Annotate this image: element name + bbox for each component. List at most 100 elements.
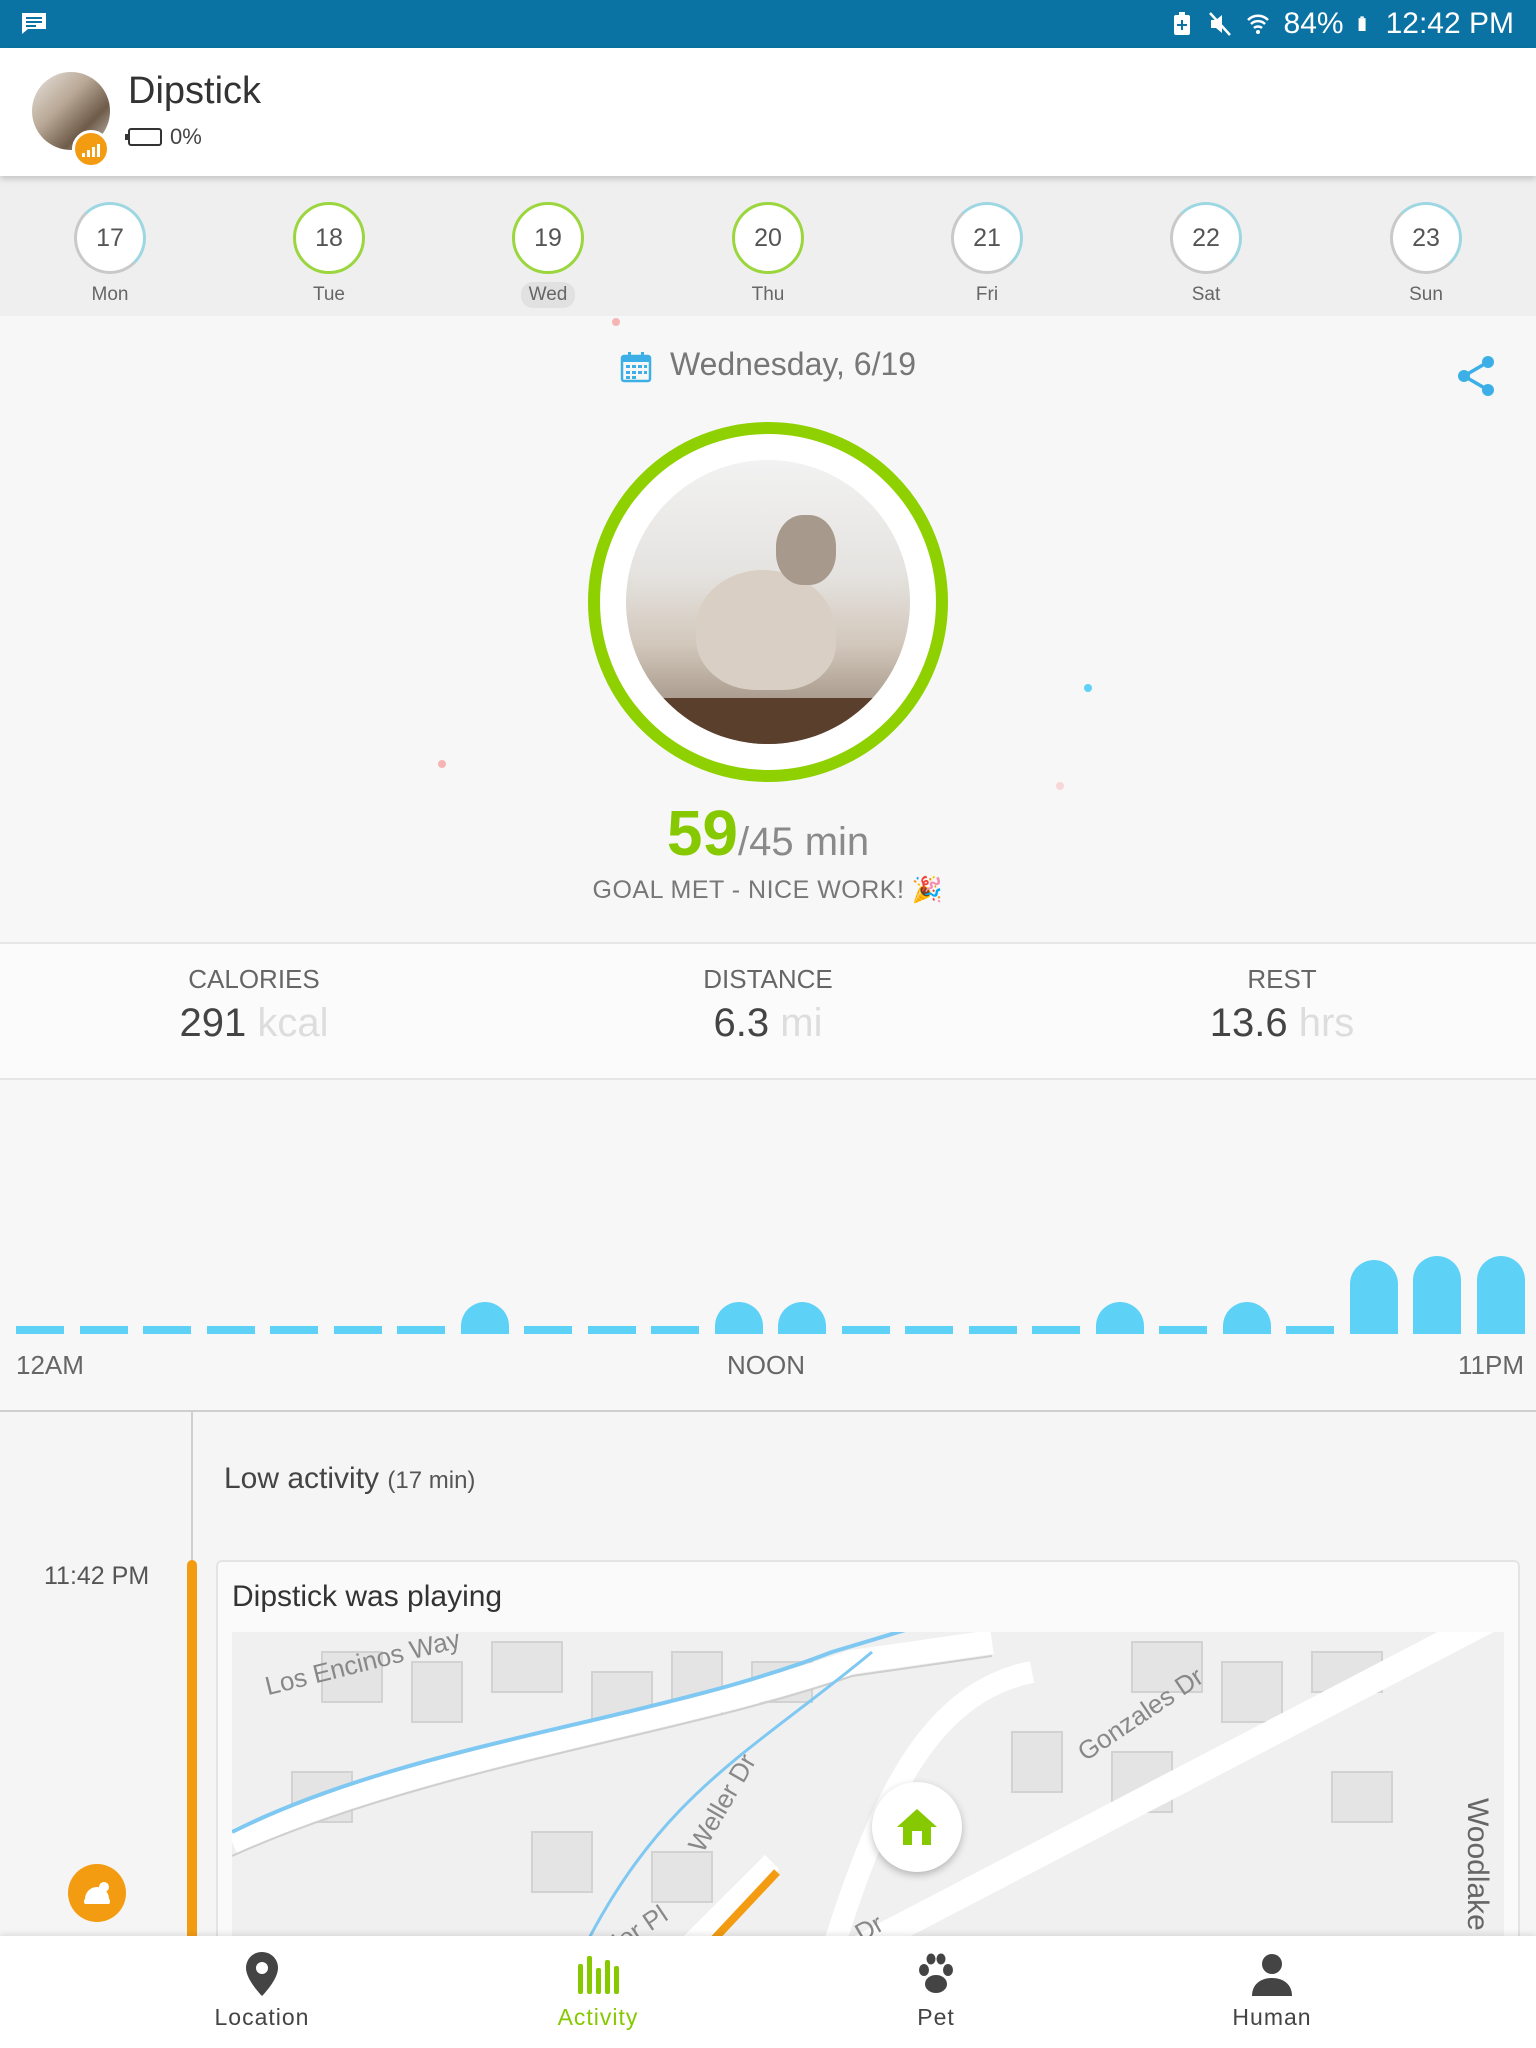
paw-icon (919, 1953, 953, 1993)
day-wed[interactable]: 19 Wed (488, 202, 608, 308)
activity-bar-hour-11[interactable] (714, 1302, 763, 1334)
map-label-street: Woodlake (1461, 1798, 1494, 1931)
stat-unit: mi (780, 1001, 823, 1045)
stat-number: 13.6 (1209, 1001, 1288, 1045)
nav-location[interactable]: Location (162, 1950, 362, 2031)
low-activity-duration: (17 min) (387, 1467, 476, 1494)
axis-label-end: 11PM (1458, 1350, 1524, 1380)
pet-header[interactable]: Dipstick 0% (0, 48, 1536, 176)
activity-bar-hour-6[interactable] (397, 1326, 445, 1334)
pet-photo (626, 460, 910, 744)
nav-pet-label: Pet (917, 2004, 955, 2030)
day-sun[interactable]: 23 Sun (1366, 202, 1486, 308)
nav-location-label: Location (214, 2004, 310, 2030)
goal-minutes: 59 (666, 797, 738, 869)
share-icon[interactable] (1452, 352, 1500, 400)
confetti-dot (438, 760, 446, 768)
activity-bar-hour-13[interactable] (841, 1326, 890, 1334)
day-ring: 19 (512, 202, 584, 274)
day-label: Sun (1409, 284, 1443, 305)
activity-bar-hour-17[interactable] (1095, 1302, 1144, 1334)
activity-bar-hour-4[interactable] (270, 1326, 318, 1334)
mute-icon (1208, 12, 1231, 36)
day-ring: 17 (74, 202, 146, 274)
activity-bar-hour-8[interactable] (524, 1326, 572, 1334)
nav-pet[interactable]: Pet (836, 1950, 1036, 2031)
battery-empty-icon (125, 128, 162, 146)
activity-bars-icon (578, 1956, 619, 1994)
activity-bar-hour-16[interactable] (1032, 1326, 1080, 1334)
day-label: Fri (975, 284, 999, 305)
activity-bar-hour-23[interactable] (1476, 1256, 1525, 1334)
day-label: Thu (751, 284, 785, 305)
day-mon[interactable]: 17 Mon (50, 202, 170, 308)
stat-number: 291 (179, 1001, 247, 1045)
day-label: Sat (1191, 284, 1221, 305)
activity-bar-hour-12[interactable] (778, 1302, 826, 1334)
timeline-line (191, 1412, 193, 1562)
battery-percent: 84% (1283, 7, 1344, 40)
activity-bar-hour-14[interactable] (905, 1326, 953, 1334)
bottom-navigation: Location Activity Pet Human (0, 1936, 1536, 2048)
home-location-icon[interactable] (872, 1782, 962, 1872)
activity-bar-hour-0[interactable] (16, 1326, 64, 1334)
location-pin-icon (246, 1952, 278, 1996)
date-header: Wednesday, 6/19 (0, 346, 1536, 383)
calendar-icon[interactable] (620, 351, 652, 383)
day-label: Wed (520, 282, 576, 308)
daily-stats: CALORIES 291 kcal DISTANCE 6.3 mi REST 13.6 h… (0, 942, 1536, 1080)
activity-timeline: Low activity (17 min) 11:42 PM Dipstick … (0, 1410, 1536, 1960)
play-activity-icon[interactable] (68, 1864, 126, 1922)
day-fri[interactable]: 21 Fri (927, 202, 1047, 308)
nav-human[interactable]: Human (1172, 1950, 1372, 2031)
activity-bar-hour-9[interactable] (587, 1326, 636, 1334)
day-tue[interactable]: 18 Tue (269, 202, 389, 308)
pet-name: Dipstick (128, 70, 262, 112)
stat-distance: DISTANCE 6.3 mi (618, 964, 918, 1046)
status-bar: 84% 12:42 PM (0, 0, 1536, 48)
day-thu[interactable]: 20 Thu (708, 202, 828, 308)
activity-bar-hour-22[interactable] (1413, 1256, 1461, 1334)
date-title: Wednesday, 6/19 (669, 346, 917, 382)
activity-bar-hour-10[interactable] (651, 1326, 699, 1334)
confetti-dot (1084, 684, 1092, 692)
low-activity-header: Low activity (17 min) (224, 1462, 475, 1496)
confetti-dot (1056, 782, 1064, 790)
day-label: Tue (312, 284, 346, 305)
day-ring: 22 (1170, 202, 1242, 274)
activity-goal-ring[interactable] (588, 422, 948, 782)
activity-bar-hour-21[interactable] (1349, 1260, 1398, 1334)
event-card[interactable]: Dipstick was playing Los Encinos Way Gon… (216, 1560, 1520, 1960)
goal-message: GOAL MET - NICE WORK! 🎉 (592, 876, 944, 904)
battery-icon (1358, 16, 1366, 31)
activity-bar-hour-2[interactable] (143, 1326, 191, 1334)
activity-bar-hour-20[interactable] (1286, 1326, 1334, 1334)
axis-label-noon: NOON (727, 1350, 805, 1380)
tracker-battery: 0% (125, 124, 202, 150)
activity-bar-hour-18[interactable] (1159, 1326, 1207, 1334)
activity-bar-hour-3[interactable] (206, 1326, 255, 1334)
battery-saver-icon (1173, 12, 1190, 35)
activity-bar-hour-15[interactable] (968, 1326, 1017, 1334)
event-time: 11:42 PM (44, 1562, 150, 1590)
stat-title: CALORIES (188, 964, 320, 994)
event-map[interactable]: Los Encinos Way Gonzales Dr Weller Dr le… (232, 1632, 1504, 1952)
goal-progress: 59/45 min (0, 796, 1536, 870)
stat-title: DISTANCE (703, 964, 833, 994)
activity-bar-hour-19[interactable] (1222, 1302, 1271, 1334)
activity-bar-hour-7[interactable] (460, 1302, 509, 1334)
activity-bar-hour-1[interactable] (79, 1326, 128, 1334)
activity-bar-hour-5[interactable] (333, 1326, 382, 1334)
stat-rest: REST 13.6 hrs (1132, 964, 1432, 1046)
day-ring: 20 (732, 202, 804, 274)
day-sat[interactable]: 22 Sat (1146, 202, 1266, 308)
stat-unit: hrs (1298, 1001, 1355, 1045)
nav-activity[interactable]: Activity (498, 1950, 698, 2031)
goal-target: /45 min (738, 820, 870, 864)
stat-calories: CALORIES 291 kcal (104, 964, 404, 1046)
stat-value: 13.6 hrs (1132, 1001, 1432, 1046)
day-ring: 21 (951, 202, 1023, 274)
timeline-active-line (187, 1560, 197, 1940)
clock: 12:42 PM (1385, 7, 1514, 40)
activity-chart[interactable]: 12AM NOON 11PM (0, 1080, 1536, 1410)
